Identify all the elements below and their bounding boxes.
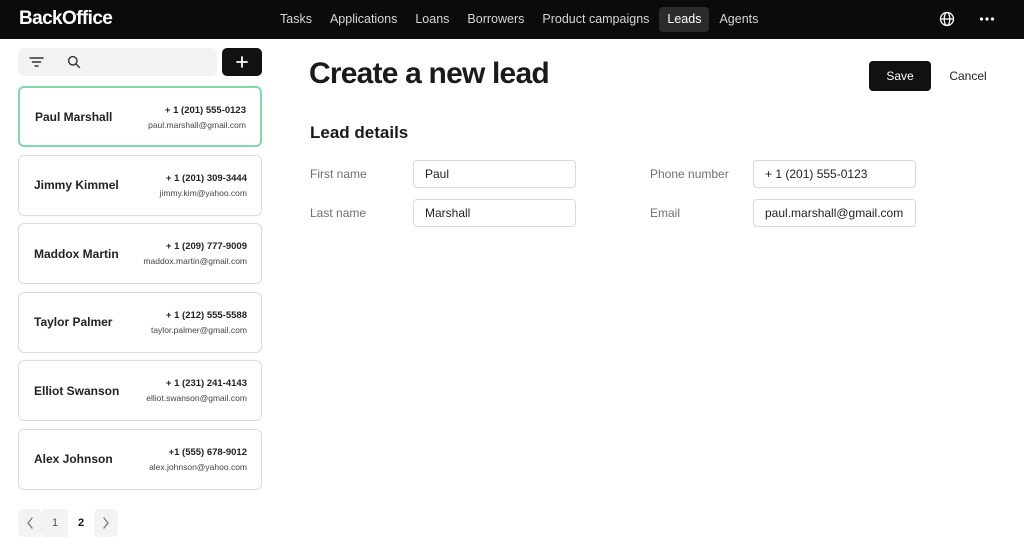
previous-page-button[interactable]: [18, 509, 42, 537]
last-name-field[interactable]: [413, 199, 576, 227]
page-1-button[interactable]: 1: [42, 509, 68, 537]
next-page-button[interactable]: [94, 509, 118, 537]
lead-email: paul.marshall@gmail.com: [148, 120, 246, 130]
email-label: Email: [650, 206, 681, 220]
main-nav: Tasks Applications Loans Borrowers Produ…: [272, 7, 768, 32]
nav-item-loans[interactable]: Loans: [407, 7, 457, 32]
add-lead-button[interactable]: [222, 48, 262, 76]
chevron-left-icon: [27, 517, 33, 529]
lead-card[interactable]: Maddox Martin + 1 (209) 777-9009 maddox.…: [18, 223, 262, 284]
lead-card[interactable]: Alex Johnson +1 (555) 678-9012 alex.john…: [18, 428, 262, 490]
search-box: [55, 48, 217, 76]
nav-item-product-campaigns[interactable]: Product campaigns: [534, 7, 657, 32]
first-name-field[interactable]: [413, 160, 576, 188]
brand-logo[interactable]: BackOffice: [19, 8, 113, 30]
nav-item-tasks[interactable]: Tasks: [272, 7, 320, 32]
lead-name: Maddox Martin: [34, 246, 119, 261]
top-navigation-bar: BackOffice Tasks Applications Loans Borr…: [0, 0, 1024, 39]
lead-email: taylor.palmer@gmail.com: [150, 324, 247, 335]
chevron-right-icon: [103, 517, 109, 529]
nav-item-applications[interactable]: Applications: [322, 7, 405, 32]
lead-card[interactable]: Jimmy Kimmel + 1 (201) 309-3444 jimmy.ki…: [18, 154, 262, 216]
lead-card[interactable]: Taylor Palmer + 1 (212) 555-5588 taylor.…: [18, 291, 262, 353]
nav-item-agents[interactable]: Agents: [711, 7, 766, 32]
lead-email: elliot.swanson@gmail.com: [146, 393, 247, 403]
pagination: 1 2: [18, 509, 118, 537]
page-title: Create a new lead: [309, 57, 550, 90]
search-icon: [67, 55, 81, 69]
lead-email: maddox.martin@gmail.com: [143, 256, 247, 266]
save-button[interactable]: Save: [869, 61, 931, 91]
lead-phone: + 1 (201) 309-3444: [165, 172, 247, 184]
lead-name: Elliot Swanson: [34, 383, 120, 398]
page-2-button[interactable]: 2: [68, 509, 94, 537]
filter-button[interactable]: [18, 48, 55, 76]
lead-card[interactable]: Paul Marshall + 1 (201) 555-0123 paul.ma…: [18, 86, 262, 147]
lead-phone: + 1 (209) 777-9009: [165, 241, 247, 252]
first-name-label: First name: [310, 167, 367, 181]
plus-icon: [236, 56, 248, 68]
lead-phone: +1 (555) 678-9012: [168, 446, 247, 458]
lead-email: alex.johnson@yahoo.com: [149, 461, 247, 472]
lead-list-toolbar: [18, 48, 262, 77]
lead-name: Taylor Palmer: [34, 315, 113, 329]
lead-phone: + 1 (231) 241-4143: [165, 378, 247, 389]
lead-card[interactable]: Elliot Swanson + 1 (231) 241-4143 elliot…: [18, 360, 262, 421]
section-title-lead-details: Lead details: [310, 123, 409, 142]
lead-email: jimmy.kim@yahoo.com: [159, 187, 247, 198]
phone-number-field[interactable]: [753, 160, 916, 188]
more-icon[interactable]: [978, 10, 996, 28]
nav-item-borrowers[interactable]: Borrowers: [459, 7, 532, 32]
lead-name: Paul Marshall: [35, 109, 113, 124]
lead-phone: + 1 (201) 555-0123: [164, 105, 246, 116]
lead-name: Jimmy Kimmel: [34, 178, 119, 192]
email-field[interactable]: [753, 199, 916, 227]
phone-number-label: Phone number: [650, 167, 729, 181]
last-name-label: Last name: [310, 206, 367, 220]
lead-name: Alex Johnson: [34, 452, 113, 466]
cancel-button[interactable]: Cancel: [940, 61, 996, 91]
filter-icon: [29, 57, 44, 67]
nav-item-leads[interactable]: Leads: [659, 7, 710, 32]
lead-phone: + 1 (212) 555-5588: [165, 309, 247, 321]
globe-icon[interactable]: [938, 10, 956, 28]
lead-list: Paul Marshall + 1 (201) 555-0123 paul.ma…: [18, 86, 262, 497]
search-input[interactable]: [85, 48, 213, 76]
